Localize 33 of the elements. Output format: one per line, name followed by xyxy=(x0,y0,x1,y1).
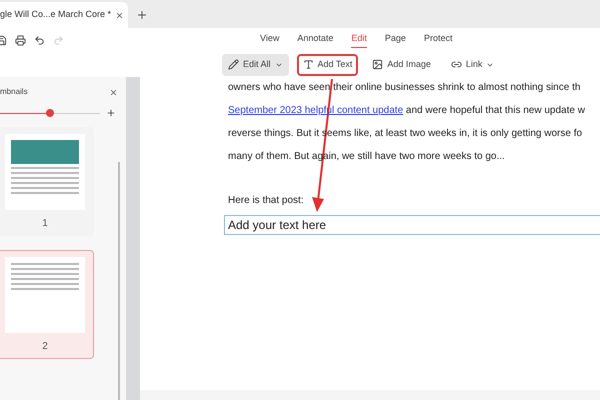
menu-tab[interactable]: View xyxy=(260,32,280,48)
text-box[interactable]: Add your text here xyxy=(224,215,600,235)
image-icon xyxy=(372,59,384,70)
undo-icon[interactable] xyxy=(34,34,45,46)
photo-placeholder xyxy=(11,140,79,164)
toolbar-button[interactable]: Add Text xyxy=(296,54,358,76)
zoom-in-icon[interactable] xyxy=(106,108,116,118)
print-icon[interactable] xyxy=(15,34,26,46)
zoom-slider[interactable] xyxy=(0,109,100,117)
close-icon[interactable] xyxy=(115,10,124,20)
text-box-icon xyxy=(302,59,314,70)
body-text: Here is that post: xyxy=(228,194,304,208)
text-lines-drawing xyxy=(11,167,79,194)
link-icon xyxy=(450,59,462,70)
close-icon[interactable] xyxy=(109,88,118,96)
menu-tab[interactable]: Edit xyxy=(351,32,367,48)
page-number: 2 xyxy=(42,340,48,354)
menu-tab[interactable]: Page xyxy=(384,32,406,48)
page-thumbnail[interactable]: 1 xyxy=(0,127,94,236)
toolbar-button[interactable]: Edit All xyxy=(222,54,289,76)
toolbar-button[interactable]: Add Image xyxy=(366,54,437,76)
panel-title: mbnails xyxy=(0,86,28,98)
body-text: owners who have seen their online businesses shrink to almost nothing since th xyxy=(228,81,580,95)
page-thumbnail[interactable]: 2 xyxy=(0,250,94,359)
menu-tab[interactable]: Protect xyxy=(424,32,452,48)
menu-tab[interactable]: Annotate xyxy=(297,32,334,48)
page-number: 1 xyxy=(42,217,48,231)
document-tab[interactable]: gle Will Co...e March Core * xyxy=(0,2,128,28)
toolbar-button[interactable]: Link xyxy=(444,54,500,76)
new-tab-icon[interactable] xyxy=(136,9,148,21)
pencil-icon xyxy=(228,59,239,70)
scrollbar[interactable] xyxy=(118,162,120,400)
text-lines-drawing xyxy=(11,263,79,290)
